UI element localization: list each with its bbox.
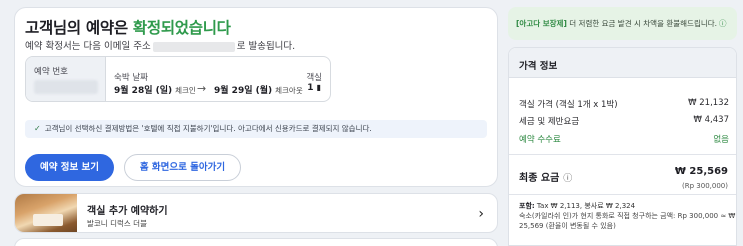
- info-icon[interactable]: ⓘ: [719, 19, 727, 28]
- check-icon: ✓: [34, 124, 41, 133]
- price-header: 가격 정보: [509, 48, 736, 78]
- included-text: Tax ₩ 2,113, 봉사료 ₩ 2,324: [534, 202, 636, 210]
- total-local-currency: (Rp 300,000): [682, 182, 728, 190]
- add-room-subtitle: 발코니 디럭스 더블: [87, 219, 147, 228]
- checkin-date-value: 9월 28일 (일): [114, 86, 173, 96]
- email-notice: 예약 확정서는 다음 이메일 주소 로 발송됩니다.: [25, 38, 295, 52]
- local-charge-note-1: 숙소(카일라쉬 인)가 현지 통화로 직접 청구하는 금액: Rp 300,00…: [519, 212, 736, 220]
- go-home-button[interactable]: 홈 화면으로 돌아가기: [124, 154, 241, 181]
- add-room-title: 객실 추가 예약하기: [87, 206, 168, 217]
- title-prefix: 고객님의 예약은: [25, 19, 133, 37]
- door-icon: ▮: [316, 83, 321, 92]
- checkout-sub: 체크아웃: [275, 86, 303, 95]
- next-card-partial: [14, 238, 498, 246]
- tax-value: ₩ 4,437: [693, 115, 729, 125]
- included-label: 포함:: [519, 202, 535, 210]
- booking-number-panel: 예약 번호: [26, 57, 106, 101]
- price-guarantee-banner: [아고다 보장제] 더 저렴한 요금 발견 시 차액을 환불해드립니다. ⓘ: [508, 7, 737, 40]
- booking-number-label: 예약 번호: [34, 67, 68, 77]
- rooms-label: 객실: [306, 73, 322, 83]
- total-value: ₩ 25,569: [674, 166, 728, 177]
- tax-label: 세금 및 제반요금: [519, 117, 580, 127]
- info-icon[interactable]: ⓘ: [563, 174, 572, 184]
- redacted-email: [152, 41, 235, 52]
- room-price-label: 객실 가격 (객실 1개 x 1박): [519, 100, 618, 110]
- rooms-count: 1 ▮: [307, 83, 321, 93]
- total-label-text: 최종 요금: [519, 173, 560, 184]
- email-notice-before: 예약 확정서는 다음 이메일 주소: [25, 41, 151, 52]
- booking-number-redacted: [34, 80, 98, 94]
- divider: [509, 154, 736, 155]
- price-header-title: 가격 정보: [519, 61, 558, 72]
- payment-method-note: ✓ 고객님이 선택하신 결제방법은 '호텔에 직접 지불하기'입니다. 아고다에서…: [25, 120, 487, 138]
- stay-dates-label: 숙박 날짜: [114, 73, 148, 83]
- divider: [509, 194, 736, 195]
- checkin-sub: 체크인: [175, 86, 196, 95]
- price-info-card: 가격 정보 객실 가격 (객실 1개 x 1박) ₩ 21,132 세금 및 제반…: [508, 47, 737, 246]
- room-thumbnail: [15, 194, 77, 232]
- total-label: 최종 요금 ⓘ: [519, 169, 572, 184]
- local-charge-note-2: 25,569 (환율이 변동될 수 있음): [519, 222, 616, 230]
- price-row-room: 객실 가격 (객실 1개 x 1박) ₩ 21,132: [519, 98, 729, 110]
- payment-note-text: 고객님이 선택하신 결제방법은 '호텔에 직접 지불하기'입니다. 아고다에서 …: [44, 124, 372, 133]
- arrow-right-icon: →: [197, 82, 207, 95]
- view-booking-button[interactable]: 예약 정보 보기: [25, 154, 114, 181]
- checkin-date: 9월 28일 (일) 체크인: [114, 83, 196, 96]
- rooms-value: 1: [307, 83, 314, 93]
- chevron-right-icon[interactable]: ›: [478, 206, 484, 222]
- room-price-value: ₩ 21,132: [688, 98, 729, 108]
- booking-fee-label: 예약 수수료: [519, 135, 561, 145]
- included-taxes: 포함: Tax ₩ 2,113, 봉사료 ₩ 2,324: [519, 201, 635, 211]
- price-row-tax: 세금 및 제반요금 ₩ 4,437: [519, 115, 729, 127]
- title-accent: 확정되었습니다: [132, 19, 231, 37]
- booking-fee-value: 없음: [713, 135, 729, 145]
- checkout-date-value: 9월 29일 (월): [214, 86, 273, 96]
- confirmation-card: 고객님의 예약은 확정되었습니다 예약 확정서는 다음 이메일 주소 로 발송됩니…: [14, 7, 498, 187]
- guarantee-text: 더 저렴한 요금 발견 시 차액을 환불해드립니다.: [566, 19, 718, 28]
- email-notice-after: 로 발송됩니다.: [236, 41, 296, 52]
- page-title: 고객님의 예약은 확정되었습니다: [25, 16, 231, 38]
- price-row-fee: 예약 수수료 없음: [519, 133, 729, 145]
- guarantee-strong: [아고다 보장제]: [516, 19, 567, 28]
- add-room-card[interactable]: 객실 추가 예약하기 발코니 디럭스 더블 ›: [14, 193, 498, 233]
- booking-summary: 예약 번호 숙박 날짜 9월 28일 (일) 체크인 → 9월 29일 (월) 체크…: [25, 56, 331, 102]
- checkout-date: 9월 29일 (월) 체크아웃: [214, 83, 303, 96]
